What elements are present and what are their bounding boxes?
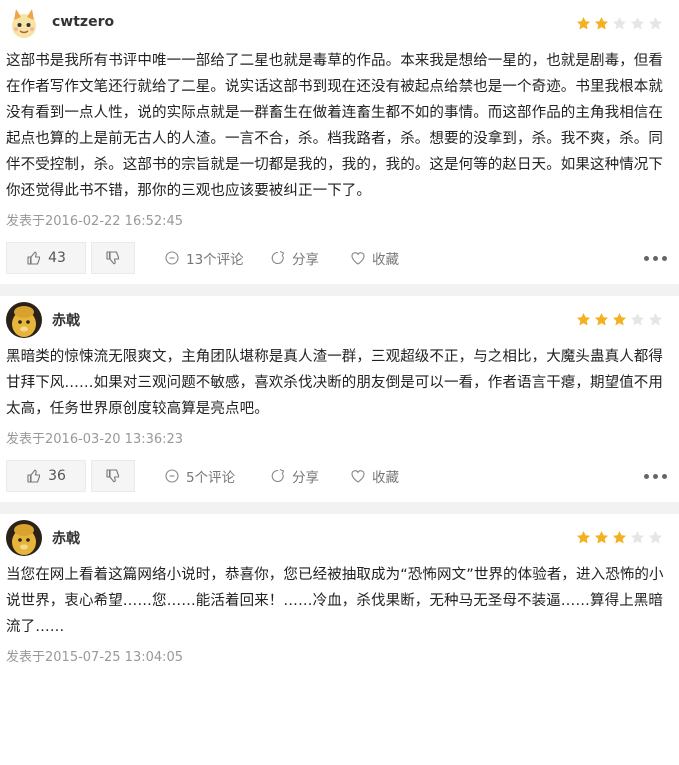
heart-icon xyxy=(351,470,365,483)
star-filled-icon xyxy=(594,312,609,326)
separator xyxy=(0,284,679,296)
comments-link[interactable]: 5个评论 xyxy=(164,466,235,486)
review-header: 赤戟 xyxy=(0,514,679,562)
star-filled-icon xyxy=(612,530,627,544)
thumbs-down-icon xyxy=(106,251,120,265)
username[interactable]: cwtzero xyxy=(52,14,114,30)
rating-stars xyxy=(576,530,663,545)
like-button[interactable]: 43 xyxy=(6,242,86,274)
star-empty-icon xyxy=(630,312,645,326)
rating-stars xyxy=(576,312,663,327)
review-card: 赤戟 当您在网上看着这篇网络小说时，恭喜你，您已经被抽取成为“恐怖网文”世界的体… xyxy=(0,514,679,668)
avatar[interactable] xyxy=(6,6,42,42)
action-bar: 43 13个评论 分享 收藏 xyxy=(0,232,679,284)
star-filled-icon xyxy=(594,16,609,30)
star-empty-icon xyxy=(630,16,645,30)
favorite-label: 收藏 xyxy=(372,252,399,268)
more-options-icon[interactable] xyxy=(644,474,667,479)
share-button[interactable]: 分享 xyxy=(270,466,319,486)
action-bar: 36 5个评论 分享 收藏 xyxy=(0,450,679,502)
review-header: 赤戟 xyxy=(0,296,679,344)
share-icon xyxy=(271,250,285,264)
rating-stars xyxy=(576,16,663,31)
share-button[interactable]: 分享 xyxy=(270,248,319,268)
comments-count: 13个评论 xyxy=(186,252,244,268)
more-options-icon[interactable] xyxy=(644,256,667,261)
thumbs-up-icon xyxy=(27,469,41,483)
star-filled-icon xyxy=(576,312,591,326)
review-card: 赤戟 黑暗类的惊悚流无限爽文，主角团队堪称是真人渣一群，三观超级不正，与之相比，… xyxy=(0,296,679,502)
dislike-button[interactable] xyxy=(91,460,135,492)
post-time: 发表于2016-02-22 16:52:45 xyxy=(6,214,184,229)
star-empty-icon xyxy=(648,16,663,30)
username[interactable]: 赤戟 xyxy=(52,528,80,548)
share-icon xyxy=(271,468,285,482)
review-header: cwtzero xyxy=(0,0,679,48)
star-empty-icon xyxy=(630,530,645,544)
comments-count: 5个评论 xyxy=(186,470,236,486)
review-content: 黑暗类的惊悚流无限爽文，主角团队堪称是真人渣一群，三观超级不正，与之相比，大魔头… xyxy=(6,349,663,417)
review-content: 当您在网上看着这篇网络小说时，恭喜你，您已经被抽取成为“恐怖网文”世界的体验者，… xyxy=(6,567,664,635)
like-count: 36 xyxy=(48,468,66,484)
star-filled-icon xyxy=(576,16,591,30)
star-filled-icon xyxy=(576,530,591,544)
post-time: 发表于2015-07-25 13:04:05 xyxy=(6,650,184,665)
comment-icon xyxy=(165,469,179,483)
share-label: 分享 xyxy=(292,470,319,486)
favorite-button[interactable]: 收藏 xyxy=(350,248,399,268)
thumbs-up-icon xyxy=(27,251,41,265)
avatar[interactable] xyxy=(6,302,42,338)
favorite-label: 收藏 xyxy=(372,470,399,486)
star-filled-icon xyxy=(612,312,627,326)
review-content: 这部书是我所有书评中唯一一部给了二星也就是毒草的作品。本来我是想给一星的，也就是… xyxy=(6,53,663,199)
dislike-button[interactable] xyxy=(91,242,135,274)
thumbs-down-icon xyxy=(106,469,120,483)
like-count: 43 xyxy=(48,250,66,266)
star-empty-icon xyxy=(648,312,663,326)
star-empty-icon xyxy=(612,16,627,30)
review-card: cwtzero 这部书是我所有书评中唯一一部给了二星也就是毒草的作品。本来我是想… xyxy=(0,0,679,284)
heart-icon xyxy=(351,252,365,265)
comment-icon xyxy=(165,251,179,265)
comments-link[interactable]: 13个评论 xyxy=(164,248,244,268)
star-filled-icon xyxy=(594,530,609,544)
favorite-button[interactable]: 收藏 xyxy=(350,466,399,486)
star-empty-icon xyxy=(648,530,663,544)
avatar[interactable] xyxy=(6,520,42,556)
separator xyxy=(0,502,679,514)
post-time: 发表于2016-03-20 13:36:23 xyxy=(6,432,184,447)
share-label: 分享 xyxy=(292,252,319,268)
username[interactable]: 赤戟 xyxy=(52,310,80,330)
like-button[interactable]: 36 xyxy=(6,460,86,492)
